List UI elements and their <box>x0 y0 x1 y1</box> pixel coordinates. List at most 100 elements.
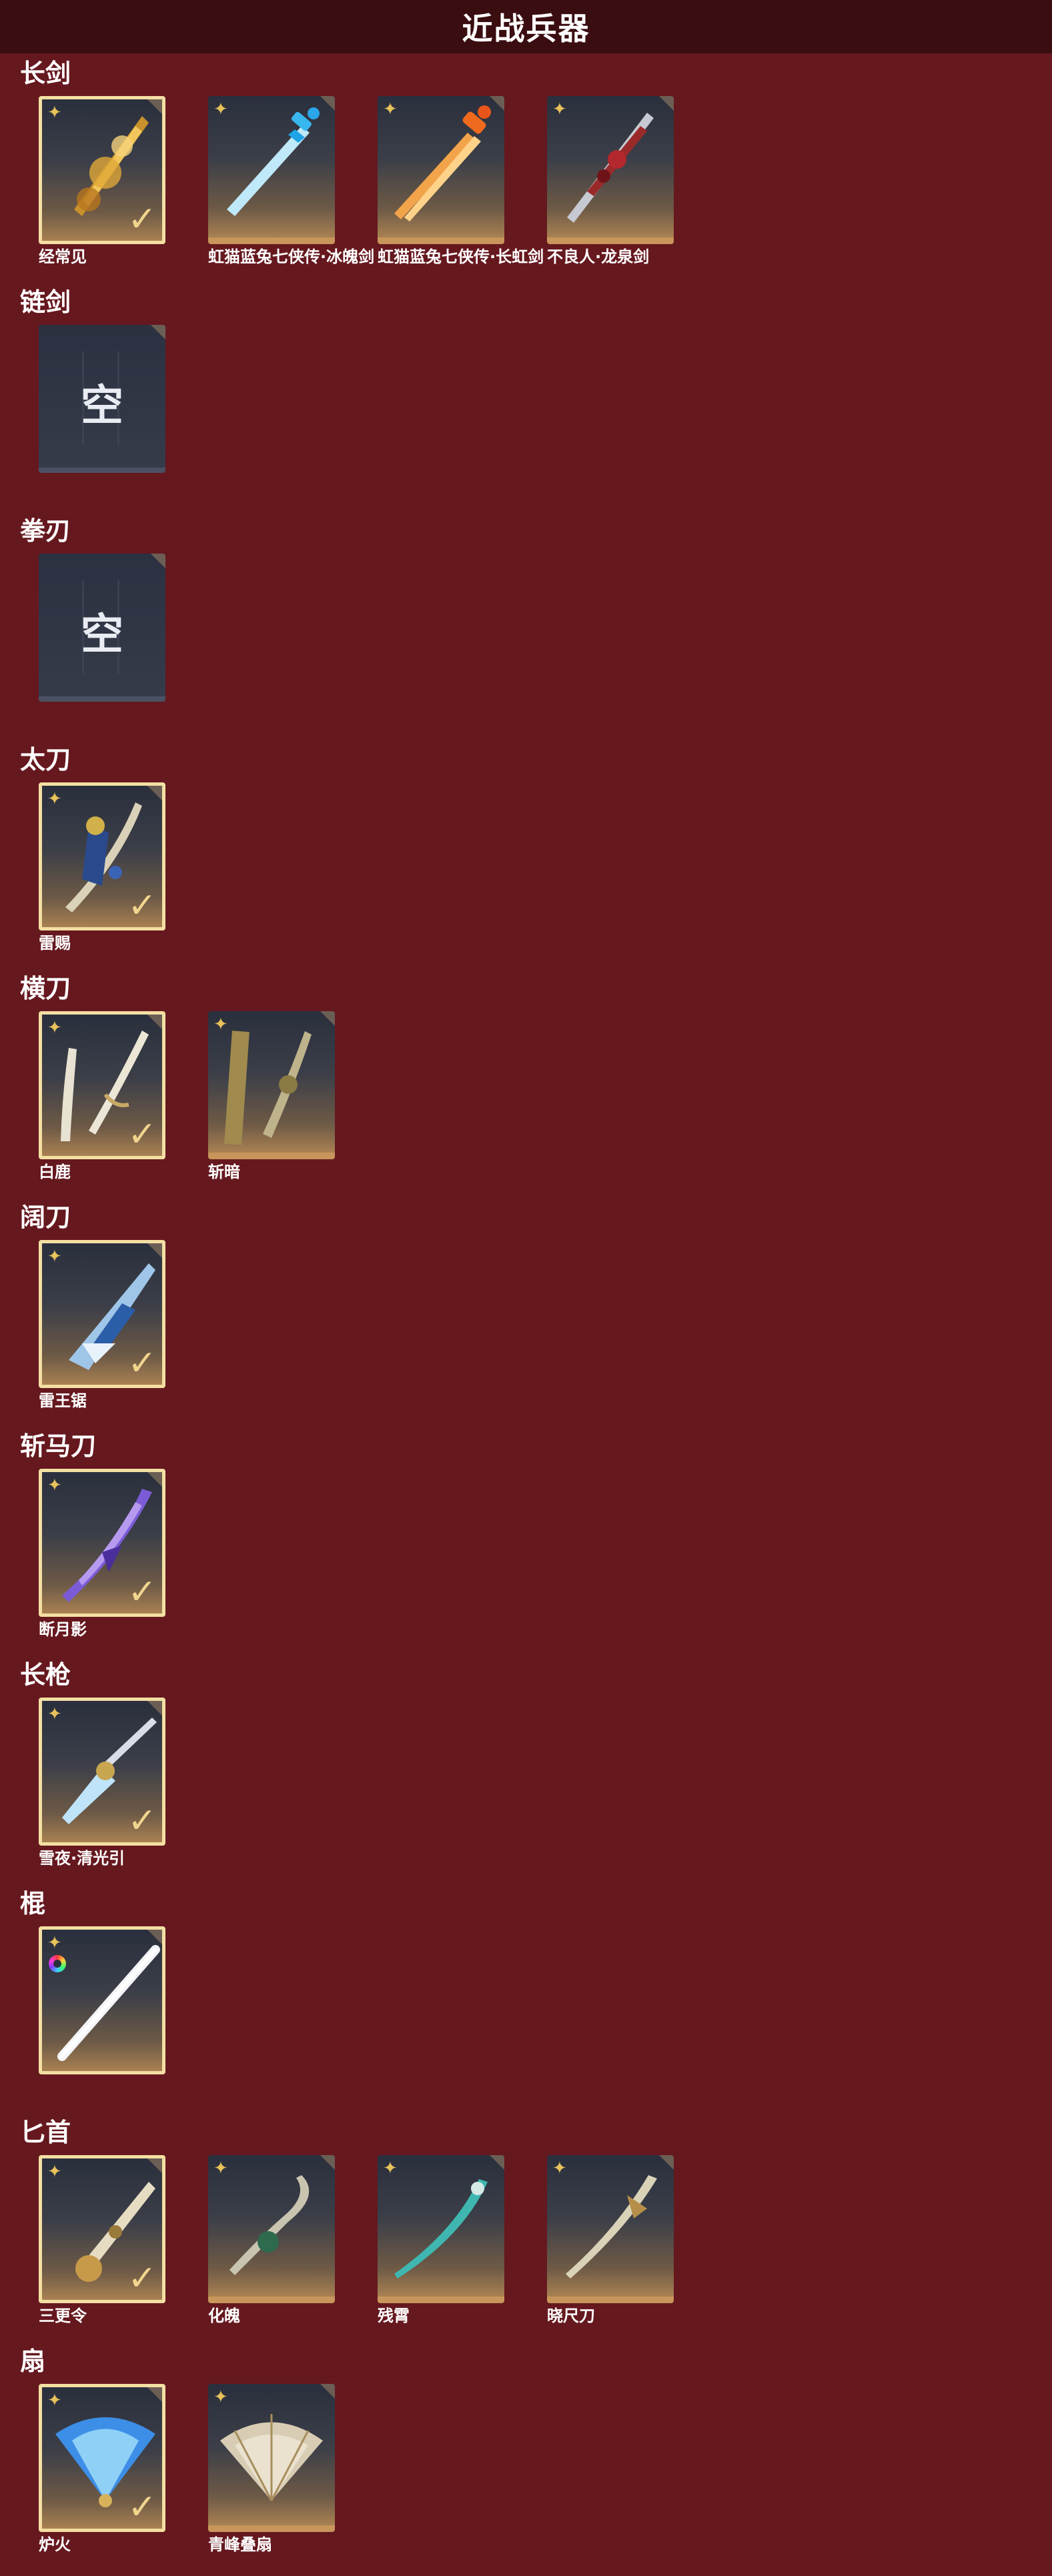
weapon-card-bailu[interactable]: ✦ ✓ <box>39 1011 165 1159</box>
corner-tab-icon <box>659 96 674 111</box>
category-title: 链剑 <box>20 287 71 317</box>
empty-weapon-slot[interactable]: 空 <box>39 554 165 702</box>
rarity-star-icon: ✦ <box>213 99 228 119</box>
rarity-star-icon: ✦ <box>47 1018 62 1038</box>
category-hengdao: 横刀 ✦ ✓ 白鹿 ✦ 斩暗 <box>0 973 1052 1201</box>
equipped-check-icon: ✓ <box>127 2259 157 2299</box>
rarity-star-icon: ✦ <box>47 2391 62 2411</box>
rarity-star-icon: ✦ <box>383 2158 398 2178</box>
weapon-card-changhongjian[interactable]: ✦ <box>378 96 504 244</box>
rarity-star-icon: ✦ <box>47 789 62 809</box>
corner-tab-icon <box>151 325 165 340</box>
weapon-name: 晓尺刀 <box>547 2307 595 2325</box>
weapon-card-canxiao[interactable]: ✦ <box>378 2155 504 2303</box>
weapon-card-longquanjian[interactable]: ✦ <box>547 96 674 244</box>
corner-tab-icon <box>490 96 504 111</box>
weapon-name: 三更令 <box>39 2307 87 2325</box>
rarity-star-icon: ✦ <box>383 99 398 119</box>
corner-tab-icon <box>147 786 162 800</box>
corner-tab-icon <box>659 2155 674 2170</box>
corner-tab-icon <box>147 2158 162 2173</box>
corner-tab-icon <box>147 1015 162 1029</box>
rarity-star-icon: ✦ <box>47 1247 62 1267</box>
weapon-card-xiaochidao[interactable]: ✦ <box>547 2155 674 2303</box>
category-lianjian: 链剑 空 <box>0 286 1052 515</box>
corner-tab-icon <box>147 99 162 114</box>
equipped-check-icon: ✓ <box>127 2487 157 2527</box>
weapon-card-leiwangju[interactable]: ✦ ✓ <box>39 1240 165 1388</box>
category-title: 太刀 <box>20 745 71 774</box>
corner-tab-icon <box>320 1011 335 1026</box>
category-changjian: 长剑 ✦ ✓ 经常见 ✦ 虹猫蓝兔七侠传·冰魄剑 ✦ 虹猫蓝兔七侠传·长虹剑 ✦… <box>0 57 1052 286</box>
category-title: 横刀 <box>20 974 71 1003</box>
weapon-card-qingfengdieshan[interactable]: ✦ <box>208 2384 335 2532</box>
category-title: 斩马刀 <box>20 1431 97 1461</box>
weapon-name: 残霄 <box>378 2307 410 2325</box>
category-zhanmadao: 斩马刀 ✦ ✓ 断月影 <box>0 1430 1052 1659</box>
rarity-star-icon: ✦ <box>47 1704 62 1724</box>
category-title: 棍 <box>20 1889 46 1918</box>
weapon-card-sangengling[interactable]: ✦ ✓ <box>39 2155 165 2303</box>
weapon-name: 虹猫蓝兔七侠传·冰魄剑 <box>208 247 375 266</box>
corner-tab-icon <box>147 1930 162 1944</box>
rarity-star-icon: ✦ <box>552 99 567 119</box>
weapon-name: 化魄 <box>208 2307 240 2325</box>
rarity-star-icon: ✦ <box>47 1933 62 1953</box>
page-header: 近战兵器 <box>0 0 1052 53</box>
equipped-check-icon: ✓ <box>127 1801 157 1841</box>
weapon-name: 虹猫蓝兔七侠传·长虹剑 <box>378 247 544 266</box>
rarity-star-icon: ✦ <box>213 2387 228 2407</box>
page-title: 近战兵器 <box>462 11 590 47</box>
corner-tab-icon <box>147 2387 162 2402</box>
equipped-check-icon: ✓ <box>127 1343 157 1383</box>
weapon-name: 经常见 <box>39 247 87 266</box>
category-title: 阔刀 <box>20 1203 71 1232</box>
weapon-card-zhanan[interactable]: ✦ <box>208 1011 335 1159</box>
equipped-check-icon: ✓ <box>127 1115 157 1155</box>
weapon-card-xueye-qingguangyin[interactable]: ✦ ✓ <box>39 1698 165 1846</box>
category-title: 拳刃 <box>20 516 71 546</box>
rarity-star-icon: ✦ <box>47 1475 62 1495</box>
weapon-name: 斩暗 <box>208 1163 240 1181</box>
weapon-name: 断月影 <box>39 1620 87 1639</box>
corner-tab-icon <box>490 2155 504 2170</box>
weapon-name: 雷赐 <box>39 934 71 952</box>
corner-tab-icon <box>320 96 335 111</box>
weapon-card-jingchangjian[interactable]: ✦ ✓ <box>39 96 165 244</box>
corner-tab-icon <box>147 1243 162 1258</box>
category-quanren: 拳刃 空 <box>0 515 1052 744</box>
weapon-card-luhuo[interactable]: ✦ ✓ <box>39 2384 165 2532</box>
weapon-name: 雪夜·清光引 <box>39 1849 125 1868</box>
category-title: 匕首 <box>20 2118 71 2147</box>
corner-tab-icon <box>320 2155 335 2170</box>
weapon-name: 炉火 <box>39 2535 71 2554</box>
category-gun: 棍 ✦ <box>0 1888 1052 2116</box>
rainbow-ring-icon <box>49 1955 66 1972</box>
category-title: 长枪 <box>20 1660 71 1690</box>
category-title: 扇 <box>20 2347 46 2376</box>
weapon-card-leici[interactable]: ✦ ✓ <box>39 782 165 930</box>
equipped-check-icon: ✓ <box>127 1572 157 1612</box>
rarity-star-icon: ✦ <box>213 1015 228 1035</box>
empty-slot-glyph: 空 <box>81 382 123 431</box>
weapon-card-duanyueying[interactable]: ✦ ✓ <box>39 1469 165 1617</box>
rarity-star-icon: ✦ <box>47 2162 62 2182</box>
corner-tab-icon <box>320 2384 335 2399</box>
category-kuodao: 阔刀 ✦ ✓ 雷王锯 <box>0 1201 1052 1430</box>
weapon-card-huapo[interactable]: ✦ <box>208 2155 335 2303</box>
weapon-card-staff[interactable]: ✦ <box>39 1926 165 2074</box>
equipped-check-icon: ✓ <box>127 886 157 926</box>
category-taidao: 太刀 ✦ ✓ 雷赐 <box>0 744 1052 973</box>
equipped-check-icon: ✓ <box>127 199 157 239</box>
empty-weapon-slot[interactable]: 空 <box>39 325 165 473</box>
weapon-name: 白鹿 <box>39 1163 71 1181</box>
weapon-name: 不良人·龙泉剑 <box>547 247 650 266</box>
category-shan: 扇 ✦ ✓ 炉火 ✦ 青峰叠扇 <box>0 2345 1052 2574</box>
weapon-card-bingpojian[interactable]: ✦ <box>208 96 335 244</box>
category-bishou: 匕首 ✦ ✓ 三更令 ✦ 化魄 ✦ 残霄 ✦ 晓尺刀 <box>0 2116 1052 2345</box>
corner-tab-icon <box>147 1472 162 1487</box>
corner-tab-icon <box>151 554 165 568</box>
empty-slot-glyph: 空 <box>81 610 123 660</box>
weapon-name: 雷王锯 <box>39 1391 87 1410</box>
weapon-name <box>39 2077 209 2097</box>
